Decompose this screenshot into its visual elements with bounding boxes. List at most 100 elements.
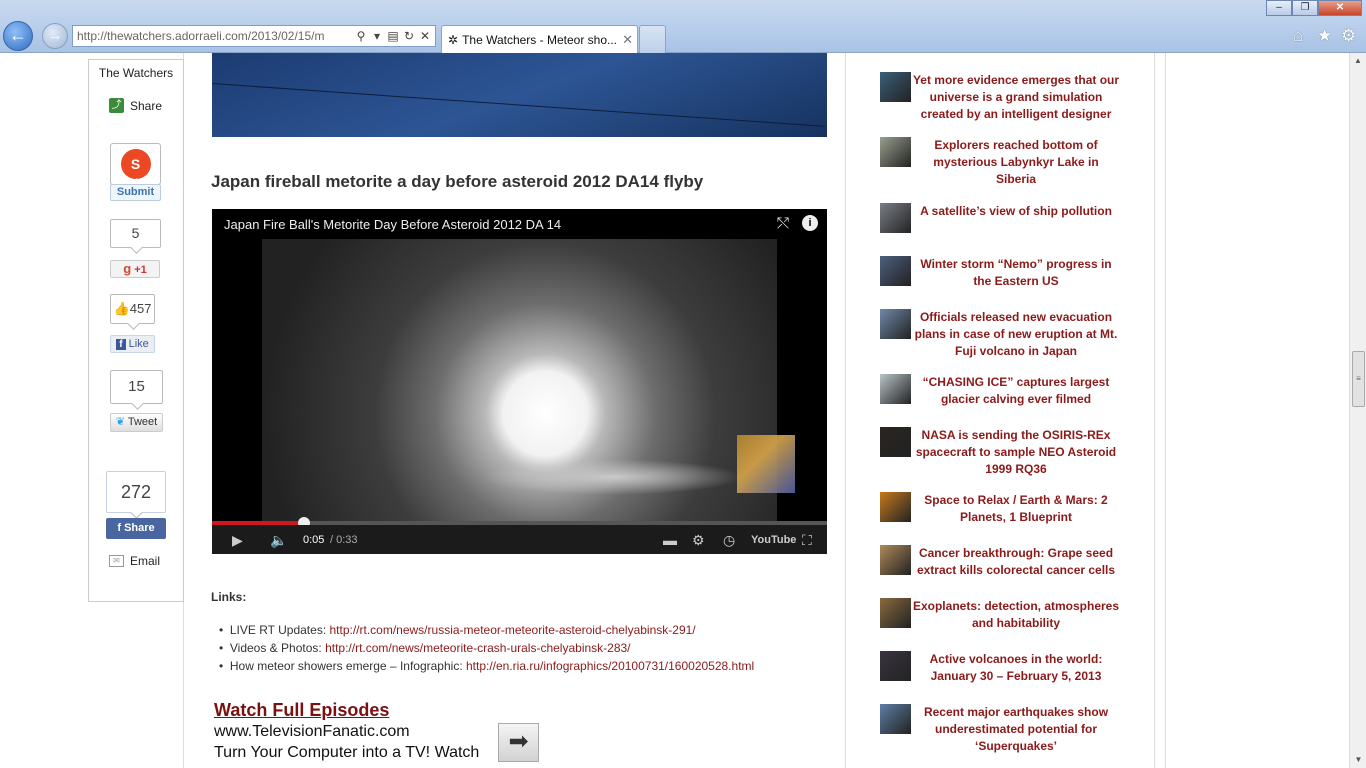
video-player[interactable]: Japan Fire Ball's Metorite Day Before As…	[212, 209, 827, 554]
sidebar-article-title[interactable]: Active volcanoes in the world: January 3…	[912, 651, 1120, 685]
article-thumbnail[interactable]	[880, 651, 911, 681]
article-title: Japan fireball metorite a day before ast…	[211, 172, 704, 191]
link-label: Videos & Photos:	[229, 641, 326, 655]
dropdown-icon[interactable]: ▾	[369, 29, 385, 43]
fb-like-count: 457	[129, 301, 152, 316]
stumble-submit-button[interactable]: Submit	[110, 184, 161, 201]
search-icon[interactable]: ⚲	[353, 29, 369, 43]
tab-active[interactable]: ✲ The Watchers - Meteor sho... ✕	[441, 25, 638, 53]
sidebar-article-title[interactable]: Winter storm “Nemo” progress in the East…	[912, 256, 1120, 290]
sidebar-article-title[interactable]: Cancer breakthrough: Grape seed extract …	[912, 545, 1120, 579]
article-thumbnail[interactable]	[880, 374, 911, 404]
gplus-count: 5	[110, 219, 161, 248]
list-item: • LIVE RT Updates: http://rt.com/news/ru…	[219, 623, 696, 637]
scroll-down-icon[interactable]: ▼	[1350, 752, 1366, 768]
video-watermark-badge	[737, 435, 795, 493]
ad-arrow-button[interactable]: ➡	[498, 723, 539, 762]
scroll-thumb[interactable]: ≡	[1352, 351, 1365, 407]
fullscreen-icon[interactable]: ⛶	[802, 532, 812, 549]
sidebar-article-title[interactable]: Yet more evidence emerges that our unive…	[912, 72, 1120, 123]
fb-like-label: Like	[128, 338, 149, 350]
article-thumbnail[interactable]	[880, 72, 911, 102]
ad-title[interactable]: Watch Full Episodes	[214, 700, 479, 721]
link-label: How meteor showers emerge – Infographic:	[229, 659, 466, 673]
settings-gear-icon[interactable]: ⚙	[692, 532, 705, 549]
play-icon[interactable]: ▶	[232, 532, 243, 549]
article-thumbnail[interactable]	[880, 203, 911, 233]
sidebar-article-title[interactable]: A satellite’s view of ship pollution	[912, 203, 1120, 220]
sidebar-article-title[interactable]: Explorers reached bottom of mysterious L…	[912, 137, 1120, 188]
stumble-counter: S	[110, 143, 161, 185]
sidebar-article-title[interactable]: Recent major earthquakes show underestim…	[912, 704, 1120, 755]
advertisement[interactable]: Watch Full Episodes www.TelevisionFanati…	[214, 700, 479, 763]
ad-url[interactable]: www.TelevisionFanatic.com	[214, 721, 479, 742]
info-icon[interactable]: i	[802, 215, 818, 231]
facebook-icon: f	[117, 522, 122, 534]
new-tab-button[interactable]	[639, 25, 666, 53]
link-videos-photos[interactable]: http://rt.com/news/meteorite-crash-urals…	[325, 641, 630, 655]
close-tab-icon[interactable]: ✕	[622, 32, 633, 48]
fb-like-counter: 👍457	[110, 294, 155, 324]
email-button[interactable]: ✉ Email	[109, 554, 160, 568]
watch-later-clock-icon[interactable]: ◷	[723, 532, 735, 549]
article-thumbnail[interactable]	[880, 256, 911, 286]
tweet-button[interactable]: ❦ Tweet	[110, 413, 163, 432]
link-infographic[interactable]: http://en.ria.ru/infographics/20100731/1…	[466, 659, 754, 673]
tools-gear-icon[interactable]: ⚙	[1341, 26, 1356, 46]
arrow-right-icon: →	[48, 27, 62, 43]
close-window-button[interactable]: ✕	[1318, 0, 1362, 16]
article-thumbnail[interactable]	[880, 427, 911, 457]
favorites-star-icon[interactable]: ★	[1317, 26, 1332, 46]
links-list: • LIVE RT Updates: http://rt.com/news/ru…	[219, 623, 754, 677]
sidebar-article-title[interactable]: Space to Relax / Earth & Mars: 2 Planets…	[912, 492, 1120, 526]
gplus-button[interactable]: g +1	[110, 260, 160, 278]
share-button[interactable]: ⤴ Share	[109, 98, 162, 113]
video-title[interactable]: Japan Fire Ball's Metorite Day Before As…	[224, 217, 561, 232]
volume-icon[interactable]: 🔈	[270, 532, 287, 549]
scroll-up-icon[interactable]: ▲	[1350, 53, 1366, 69]
browser-chrome: – ❐ ✕ ← → http://thewatchers.adorraeli.c…	[0, 0, 1366, 53]
article-thumbnail[interactable]	[880, 545, 911, 575]
sidebar-article-title[interactable]: Officials released new evacuation plans …	[912, 309, 1120, 360]
fb-like-button[interactable]: f Like	[110, 335, 155, 353]
maximize-button[interactable]: ❐	[1292, 0, 1318, 16]
back-button[interactable]: ←	[3, 21, 33, 51]
list-item: • How meteor showers emerge – Infographi…	[219, 659, 755, 673]
links-heading: Links:	[211, 590, 247, 604]
share-icon[interactable]: ⤲	[777, 215, 789, 232]
article-thumbnail[interactable]	[880, 492, 911, 522]
arrow-right-icon: ➡	[508, 728, 529, 755]
ad-text[interactable]: Turn Your Computer into a TV! Watch	[214, 742, 479, 763]
forward-button[interactable]: →	[42, 23, 68, 49]
stumbleupon-icon: S	[120, 149, 151, 179]
captions-icon[interactable]: ▬	[663, 532, 677, 548]
home-icon[interactable]: ⌂	[1293, 26, 1303, 46]
sidebar-article-title[interactable]: “CHASING ICE” captures largest glacier c…	[912, 374, 1120, 408]
sidebar-article-title[interactable]: NASA is sending the OSIRIS-REx spacecraf…	[912, 427, 1120, 478]
video-cloud	[482, 459, 742, 495]
stop-icon[interactable]: ✕	[417, 29, 433, 43]
list-item: • Videos & Photos: http://rt.com/news/me…	[219, 641, 631, 655]
sidebar-article-title[interactable]: Exoplanets: detection, atmospheres and h…	[912, 598, 1120, 632]
duration: / 0:33	[330, 534, 358, 546]
minimize-button[interactable]: –	[1266, 0, 1292, 16]
address-bar[interactable]: http://thewatchers.adorraeli.com/2013/02…	[72, 25, 436, 47]
article-hero-image	[211, 53, 827, 137]
compat-view-icon[interactable]: ▤	[385, 29, 401, 43]
vertical-scrollbar[interactable]: ▲ ≡ ▼	[1349, 53, 1366, 768]
article-thumbnail[interactable]	[880, 309, 911, 339]
article-thumbnail[interactable]	[880, 137, 911, 167]
email-label: Email	[130, 554, 161, 568]
share-label: Share	[130, 98, 163, 113]
tweet-count: 15	[110, 370, 163, 404]
fb-share-button[interactable]: f Share	[106, 518, 166, 539]
link-rt-updates[interactable]: http://rt.com/news/russia-meteor-meteori…	[329, 623, 695, 637]
youtube-logo-icon[interactable]: YouTube	[751, 534, 796, 546]
fb-share-count: 272	[106, 471, 166, 513]
url-text[interactable]: http://thewatchers.adorraeli.com/2013/02…	[77, 29, 353, 43]
article-thumbnail[interactable]	[880, 704, 911, 734]
google-icon: g	[123, 261, 132, 276]
current-time: 0:05	[303, 534, 325, 546]
article-thumbnail[interactable]	[880, 598, 911, 628]
refresh-icon[interactable]: ↻	[401, 29, 417, 43]
